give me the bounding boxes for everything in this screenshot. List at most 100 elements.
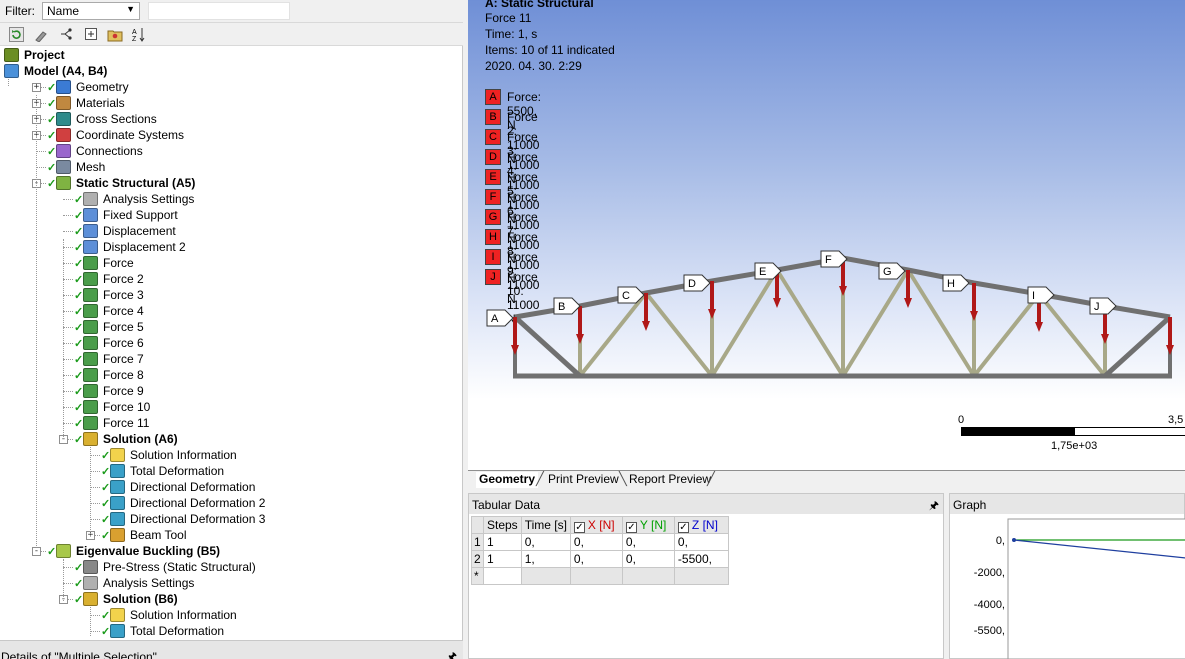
filter-select[interactable]: Name ▼ xyxy=(42,2,140,20)
table-row[interactable]: 2 1 1, 0, 0, -5500, xyxy=(471,550,729,568)
tree-node-analysis-settings[interactable]: ✓ Analysis Settings xyxy=(0,191,463,207)
tree-node-force-10[interactable]: ✓ Force 10 xyxy=(0,399,463,415)
force-arrow-head xyxy=(708,309,716,319)
tree-node-directional-deformation-2[interactable]: ✓ Directional Deformation 2 xyxy=(0,495,463,511)
folder-icon[interactable] xyxy=(106,26,123,43)
table-column-header[interactable]: ✓ Z [N] xyxy=(673,516,729,534)
tree-node-force-6[interactable]: ✓ Force 6 xyxy=(0,335,463,351)
tree-node-force-7[interactable]: ✓ Force 7 xyxy=(0,351,463,367)
tree-node-mesh[interactable]: ✓ Mesh xyxy=(0,159,463,175)
column-checkbox[interactable]: ✓ xyxy=(625,521,637,533)
tree-node-displacement[interactable]: ✓ Displacement xyxy=(0,223,463,239)
tab-geometry[interactable]: Geometry xyxy=(476,472,539,488)
tree-node-force-4[interactable]: ✓ Force 4 xyxy=(0,303,463,319)
graph-plot[interactable] xyxy=(950,515,1185,659)
table-column-header[interactable]: Time [s] xyxy=(520,516,571,534)
tree-node-model[interactable]: -Model (A4, B4) xyxy=(0,63,463,79)
tree-node-beam-tool[interactable]: + ✓ Beam Tool xyxy=(0,527,463,543)
tree-node-solution-information[interactable]: ✓ Solution Information xyxy=(0,447,463,463)
expand-node-icon[interactable]: + xyxy=(32,83,41,92)
column-checkbox[interactable]: ✓ xyxy=(677,521,689,533)
force-callout-label: A xyxy=(491,313,499,325)
tree-node-connections[interactable]: ✓ Connections xyxy=(0,143,463,159)
truss-model[interactable]: A B C D E F G H I J xyxy=(468,0,1185,470)
tree-node-force-11[interactable]: ✓ Force 11 xyxy=(0,415,463,431)
table-cell[interactable]: 0, xyxy=(621,550,675,568)
brush-icon[interactable] xyxy=(33,26,50,43)
tab-print-preview[interactable]: Print Preview xyxy=(545,472,622,488)
tree-node-solution-a6[interactable]: - ✓ Solution (A6) xyxy=(0,431,463,447)
table-cell[interactable] xyxy=(673,567,729,585)
check-icon: ✓ xyxy=(101,626,111,638)
graphics-viewport[interactable]: A: Static Structural Force 11 Time: 1, s… xyxy=(468,0,1185,470)
table-row[interactable]: 1 1 0, 0, 0, 0, xyxy=(471,533,729,551)
tree-node-force-9[interactable]: ✓ Force 9 xyxy=(0,383,463,399)
tree-node-analysis-settings-b[interactable]: ✓ Analysis Settings xyxy=(0,575,463,591)
tree-node-cross-sections[interactable]: + ✓ Cross Sections xyxy=(0,111,463,127)
tree-node-total-deformation-b[interactable]: ✓ Total Deformation xyxy=(0,623,463,639)
table-row[interactable]: * xyxy=(471,567,729,585)
static-structural-icon xyxy=(56,176,71,190)
tree-node-fixed-support[interactable]: ✓ Fixed Support xyxy=(0,207,463,223)
table-cell[interactable]: -5500, xyxy=(673,550,729,568)
force-icon xyxy=(83,336,98,350)
table-cell[interactable]: 0, xyxy=(673,533,729,551)
force-callout-label: H xyxy=(947,278,955,290)
tree-icon[interactable] xyxy=(58,26,75,43)
expand-icon[interactable] xyxy=(83,26,100,43)
tree-node-eigenvalue-buckling[interactable]: - ✓ Eigenvalue Buckling (B5) xyxy=(0,543,463,559)
tab-separator: ╱ xyxy=(707,471,715,486)
tree-node-static-structural[interactable]: - ✓ Static Structural (A5) xyxy=(0,175,463,191)
tree-node-directional-deformation-3[interactable]: ✓ Directional Deformation 3 xyxy=(0,511,463,527)
tree-node-force[interactable]: ✓ Force xyxy=(0,255,463,271)
table-cell[interactable]: 1 xyxy=(483,533,522,551)
tree-node-geometry[interactable]: + ✓ Geometry xyxy=(0,79,463,95)
column-checkbox[interactable]: ✓ xyxy=(573,521,585,533)
tree-node-project[interactable]: Project xyxy=(0,47,463,63)
check-icon: ✓ xyxy=(47,178,57,190)
tab-report-preview[interactable]: Report Preview xyxy=(626,472,714,488)
tree-connector xyxy=(63,327,73,328)
tree-node-solution-information-b[interactable]: ✓ Solution Information xyxy=(0,607,463,623)
tree-node-pre-stress[interactable]: ✓ Pre-Stress (Static Structural) xyxy=(0,559,463,575)
tree-node-displacement-2[interactable]: ✓ Displacement 2 xyxy=(0,239,463,255)
connections-icon xyxy=(56,144,71,158)
tree-node-directional-deformation[interactable]: ✓ Directional Deformation xyxy=(0,479,463,495)
table-cell[interactable]: 1, xyxy=(520,550,571,568)
tree-node-force-8[interactable]: ✓ Force 8 xyxy=(0,367,463,383)
table-cell[interactable] xyxy=(569,567,623,585)
tree-node-materials[interactable]: + ✓ Materials xyxy=(0,95,463,111)
pin-icon[interactable]: 🖈 xyxy=(447,648,457,659)
row-index[interactable]: 1 xyxy=(471,533,484,551)
table-cell[interactable]: 1 xyxy=(483,550,522,568)
table-column-header[interactable]: ✓ Y [N] xyxy=(621,516,675,534)
tree-node-force-3[interactable]: ✓ Force 3 xyxy=(0,287,463,303)
displacement-icon xyxy=(83,240,98,254)
check-icon: ✓ xyxy=(47,130,57,142)
tree-connector xyxy=(90,503,100,504)
table-cell[interactable]: 0, xyxy=(569,533,623,551)
table-cell[interactable] xyxy=(483,567,522,585)
refresh-icon[interactable] xyxy=(8,26,25,43)
collapse-node-icon[interactable]: - xyxy=(32,547,41,556)
table-cell[interactable] xyxy=(621,567,675,585)
tree-node-solution-b6[interactable]: - ✓ Solution (B6) xyxy=(0,591,463,607)
row-index[interactable]: * xyxy=(471,567,484,585)
table-cell[interactable]: 0, xyxy=(520,533,571,551)
tree-node-force-5[interactable]: ✓ Force 5 xyxy=(0,319,463,335)
filter-search-input[interactable] xyxy=(148,2,290,20)
tree-node-total-deformation[interactable]: ✓ Total Deformation xyxy=(0,463,463,479)
table-column-header[interactable]: ✓ X [N] xyxy=(569,516,623,534)
table-cell[interactable]: 0, xyxy=(621,533,675,551)
details-header: Details of "Multiple Selection" 🖈 xyxy=(0,640,463,659)
tree-node-force-2[interactable]: ✓ Force 2 xyxy=(0,271,463,287)
tree-node-coordinate-systems[interactable]: + ✓ Coordinate Systems xyxy=(0,127,463,143)
row-index[interactable]: 2 xyxy=(471,550,484,568)
tab-separator: ╱ xyxy=(536,471,544,486)
sort-az-icon[interactable]: AZ xyxy=(130,26,147,43)
table-cell[interactable] xyxy=(520,567,571,585)
table-column-header[interactable]: Steps xyxy=(483,516,522,534)
pin-icon[interactable]: 🖈 xyxy=(929,497,939,516)
details-title: Details of "Multiple Selection" xyxy=(1,650,157,659)
table-cell[interactable]: 0, xyxy=(569,550,623,568)
